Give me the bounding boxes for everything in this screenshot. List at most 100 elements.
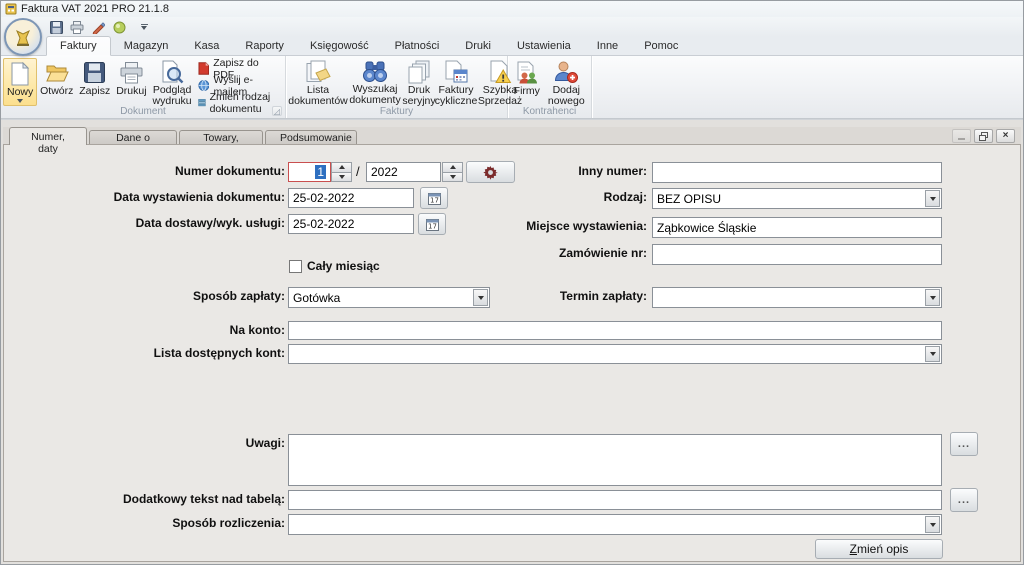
- accounts-list-combo[interactable]: [288, 344, 942, 364]
- batch-print-button[interactable]: Druk seryjny: [402, 58, 436, 106]
- ribbon-tab-platnosci[interactable]: Płatności: [382, 37, 453, 55]
- spin-down-button[interactable]: [331, 173, 352, 183]
- minimize-icon: [958, 138, 965, 140]
- document-kind-combo[interactable]: BEZ OPISU: [652, 188, 942, 209]
- pdf-icon: [198, 62, 210, 75]
- ribbon-tab-kasa[interactable]: Kasa: [181, 37, 232, 55]
- document-number-input[interactable]: 1: [288, 162, 331, 182]
- ribbon-tab-inne[interactable]: Inne: [584, 37, 631, 55]
- label-lista-kont: Lista dostępnych kont:: [25, 346, 285, 360]
- save-icon: [50, 21, 63, 34]
- issue-date-calendar-button[interactable]: 17: [420, 187, 448, 209]
- invoice-form: Numer dokumentu: 1 / 2022 Data wystawien…: [3, 144, 1021, 562]
- tab-numer-daty[interactable]: Numer, daty: [9, 127, 87, 145]
- delivery-date-calendar-button[interactable]: 17: [418, 213, 446, 235]
- documents-list-icon: [305, 60, 331, 84]
- documents-list-label: Lista dokumentów: [288, 85, 348, 107]
- change-description-button[interactable]: Zmień opis: [815, 539, 943, 559]
- account-input[interactable]: [288, 321, 942, 340]
- ribbon-group-dokument: Nowy Otwórz Zapisz: [1, 56, 286, 118]
- quick-save-button[interactable]: [47, 19, 65, 36]
- tab-dane-o-firmach[interactable]: Dane o firmach: [89, 130, 177, 145]
- change-description-rest: mień opis: [857, 542, 908, 556]
- print-icon: [70, 21, 84, 34]
- ribbon-tab-faktury[interactable]: Faktury: [46, 36, 111, 56]
- quick-star-button[interactable]: [110, 19, 128, 36]
- document-year-input[interactable]: 2022: [366, 162, 441, 182]
- print-button[interactable]: Drukuj: [113, 58, 149, 106]
- dropdown-button[interactable]: [925, 346, 940, 362]
- notes-textarea[interactable]: [288, 434, 942, 486]
- calendar-icon: 17: [428, 192, 441, 205]
- star-icon: [113, 21, 126, 34]
- customize-quick-access-icon[interactable]: [137, 19, 151, 36]
- batch-print-label: Druk seryjny: [402, 85, 435, 107]
- search-documents-button[interactable]: Wyszukaj dokumenty: [348, 58, 402, 106]
- new-document-button[interactable]: Nowy: [3, 58, 37, 106]
- extra-text-more-button[interactable]: ...: [950, 488, 978, 512]
- minimize-button[interactable]: [952, 129, 971, 143]
- child-window-buttons: ×: [952, 129, 1015, 143]
- save-button[interactable]: Zapisz: [76, 58, 113, 106]
- label-rodzaj: Rodzaj:: [447, 190, 647, 204]
- delivery-date-input[interactable]: 25-02-2022: [288, 214, 414, 234]
- companies-label: Firmy: [514, 86, 540, 97]
- dropdown-button[interactable]: [925, 516, 940, 533]
- spin-up-button[interactable]: [331, 162, 352, 173]
- print-preview-button[interactable]: Podgląd wydruku: [150, 58, 195, 106]
- dropdown-button[interactable]: [925, 190, 940, 207]
- documents-list-button[interactable]: Lista dokumentów: [288, 58, 348, 106]
- ribbon-tab-magazyn[interactable]: Magazyn: [111, 37, 182, 55]
- settlement-method-combo[interactable]: [288, 514, 942, 535]
- restore-button[interactable]: [974, 129, 993, 143]
- document-year-value: 2022: [371, 165, 398, 179]
- email-globe-icon: [198, 79, 210, 92]
- recurring-invoices-button[interactable]: Faktury cykliczne: [436, 58, 476, 106]
- quick-access-toolbar: [1, 17, 1023, 37]
- order-number-input[interactable]: [652, 244, 942, 265]
- print-preview-button-label: Podgląd wydruku: [153, 85, 192, 107]
- app-window: Faktura VAT 2021 PRO 21.1.8 Faktury Maga…: [0, 0, 1024, 565]
- tab-towary-uslugi[interactable]: Towary, usługi: [179, 130, 263, 145]
- dropdown-button[interactable]: [925, 289, 940, 306]
- ribbon-tab-pomoc[interactable]: Pomoc: [631, 37, 691, 55]
- label-miejsce-wystawienia: Miejsce wystawienia:: [447, 219, 647, 233]
- other-number-input[interactable]: [652, 162, 942, 183]
- dialog-launcher-icon[interactable]: ◿: [272, 106, 282, 116]
- tab-podsumowanie[interactable]: Podsumowanie: [265, 130, 357, 145]
- chevron-down-icon: [930, 197, 936, 201]
- save-icon: [84, 60, 105, 85]
- issue-date-value: 25-02-2022: [293, 191, 354, 205]
- title-bar: Faktura VAT 2021 PRO 21.1.8: [1, 1, 1023, 17]
- label-na-konto: Na konto:: [25, 323, 285, 337]
- issue-date-input[interactable]: 25-02-2022: [288, 188, 414, 208]
- ellipsis-icon: ...: [958, 438, 970, 450]
- issue-place-input[interactable]: Ząbkowice Śląskie: [652, 217, 942, 238]
- print-preview-icon: [160, 60, 184, 84]
- quick-pen-button[interactable]: [89, 19, 107, 36]
- chevron-down-icon: [930, 352, 936, 356]
- ribbon-tab-bar: Faktury Magazyn Kasa Raporty Księgowość …: [1, 37, 1023, 56]
- ribbon-tab-ksiegowosc[interactable]: Księgowość: [297, 37, 382, 55]
- quick-print-button[interactable]: [68, 19, 86, 36]
- add-contractor-button[interactable]: Dodaj nowego: [544, 58, 589, 106]
- ribbon: Nowy Otwórz Zapisz: [1, 56, 1023, 119]
- ribbon-group-kontrahenci: Firmy Dodaj nowego Kontrahenci: [508, 56, 592, 118]
- ellipsis-icon: ...: [958, 494, 970, 506]
- extra-text-input[interactable]: [288, 490, 942, 510]
- group-label-faktury: Faktury: [286, 106, 507, 117]
- document-small-buttons: Zapisz do PDF Wyślij e-mailem Zmień rodz…: [195, 58, 283, 110]
- ribbon-tab-raporty[interactable]: Raporty: [232, 37, 297, 55]
- app-menu-button[interactable]: [4, 18, 42, 56]
- document-number-value: 1: [315, 165, 326, 179]
- payment-deadline-combo[interactable]: [652, 287, 942, 308]
- companies-button[interactable]: Firmy: [510, 58, 544, 106]
- notes-more-button[interactable]: ...: [950, 432, 978, 456]
- ribbon-tab-druki[interactable]: Druki: [452, 37, 504, 55]
- change-description-accel: Z: [850, 542, 857, 556]
- close-button[interactable]: ×: [996, 129, 1015, 143]
- ribbon-tab-ustawienia[interactable]: Ustawienia: [504, 37, 584, 55]
- ribbon-group-faktury: Lista dokumentów Wyszukaj dokumenty Druk…: [286, 56, 508, 118]
- caly-miesiac-checkbox[interactable]: [289, 260, 302, 273]
- open-button[interactable]: Otwórz: [37, 58, 76, 106]
